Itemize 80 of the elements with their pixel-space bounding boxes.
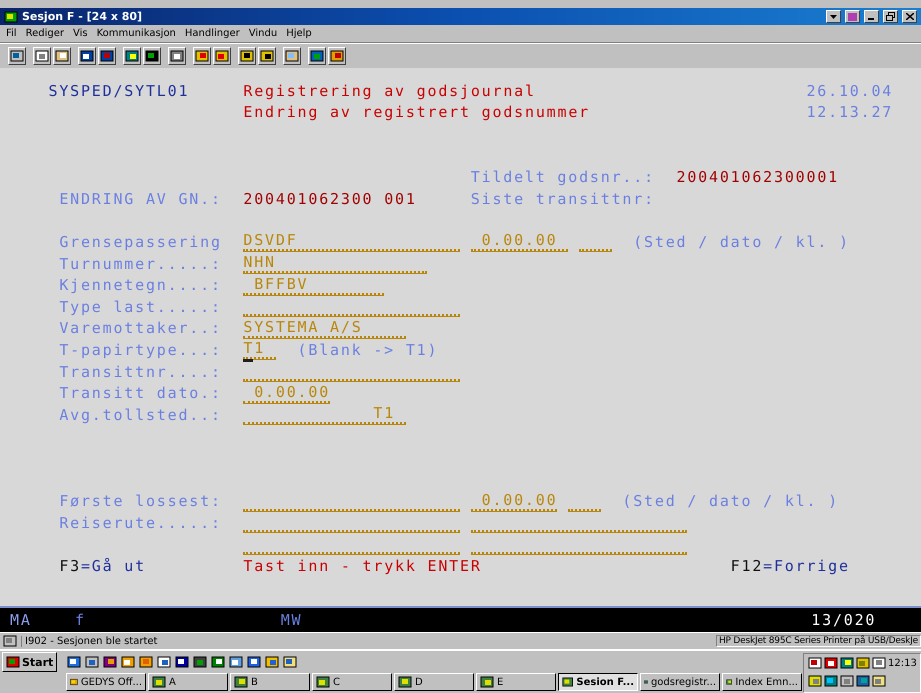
field-label: Kjennetegn....: (59, 276, 222, 294)
field-label: Grensepassering (59, 232, 222, 251)
status-message: I902 - Sesjonen ble startet (21, 636, 158, 646)
dropdown-button[interactable] (826, 10, 841, 23)
toolbar-button[interactable] (98, 47, 116, 65)
toolbar-button[interactable] (258, 47, 276, 65)
program-name: SYSPED/SYTL01 (48, 82, 190, 100)
toolbar-button[interactable] (78, 47, 96, 65)
menu-item[interactable]: Hjelp (286, 28, 312, 39)
restore-button[interactable] (883, 10, 898, 23)
field-label: ENDRING AV GN.: (59, 190, 222, 208)
taskbar-task[interactable]: GEDYS Off... (66, 673, 146, 691)
key-action: =Forrige (763, 556, 850, 575)
toolbar-button[interactable] (168, 47, 186, 65)
field-label: Varemottaker..: (59, 319, 222, 338)
toolbar-button[interactable] (193, 47, 211, 65)
function-key[interactable]: F12 (730, 556, 764, 575)
screen-subtitle: Endring av registrert godsnummer (243, 103, 590, 122)
key-action: =Gå ut (80, 556, 146, 575)
taskbar-task[interactable]: C (312, 673, 392, 691)
taskbar-task[interactable]: D (394, 673, 474, 691)
toolbar-button[interactable] (283, 47, 301, 65)
field-label: Turnummer.....: (59, 254, 222, 273)
function-key[interactable]: F3 (59, 556, 81, 575)
toolbar-button[interactable] (308, 47, 326, 65)
menu-item[interactable]: Rediger (26, 28, 64, 39)
toolbar-button[interactable] (53, 47, 71, 65)
prompt-message: Tast inn - trykk ENTER (243, 556, 482, 575)
screen-title: Registrering av godsjournal (243, 82, 536, 100)
field-hint: (Sted / dato / kl. ) (633, 232, 850, 251)
menu-item[interactable]: Handlinger (184, 28, 240, 39)
field-hint: (Blank -> T1) (298, 340, 438, 359)
minimize-button[interactable] (864, 10, 879, 23)
field-label: Transittnr....: (59, 362, 222, 381)
flag-label: f (74, 611, 86, 629)
field-hint: (Sted / dato / kl. ) (622, 492, 839, 510)
taskbar-task[interactable]: A (148, 673, 228, 691)
taskbar-task[interactable]: Sesion F... (558, 673, 638, 691)
time-text: 12.13.27 (806, 103, 894, 122)
taskbar-task[interactable]: E (476, 673, 556, 691)
printer-status: HP DeskJet 895C Series Printer på USB/DeskJe (716, 635, 921, 647)
field-label: Tildelt godsnr..: (470, 168, 655, 186)
field-label: T-papirtype...: (59, 340, 222, 359)
terminal-icon (4, 10, 18, 24)
date-text: 26.10.04 (806, 82, 894, 100)
taskbar-task[interactable]: Index Emn... (722, 673, 802, 691)
pattern-button[interactable] (845, 10, 860, 23)
field-label: Siste transittnr: (470, 190, 655, 208)
field-label: Første lossest: (59, 492, 222, 510)
taskbar-task[interactable]: B (230, 673, 310, 691)
window-title: Sesjon F - [24 x 80] (22, 10, 144, 23)
toolbar-button[interactable] (213, 47, 231, 65)
cursor-position: 13/020 (811, 611, 876, 629)
menu-item[interactable]: Fil (6, 28, 17, 39)
toolbar-button[interactable] (8, 47, 26, 65)
close-icon (906, 13, 914, 20)
toolbar-button[interactable] (328, 47, 346, 65)
toolbar-button[interactable] (123, 47, 141, 65)
restore-icon (886, 12, 895, 21)
taskbar-task[interactable]: godsregistr... (640, 673, 720, 691)
toolbar-button[interactable] (238, 47, 256, 65)
clock: 12:13 (888, 658, 918, 668)
pattern-icon (848, 12, 857, 20)
field-label: Transitt dato.: (59, 384, 222, 402)
field-label: Reiserute.....: (59, 514, 222, 532)
field-label: Type last.....: (59, 298, 222, 316)
close-button[interactable] (902, 10, 917, 23)
menu-item[interactable]: Kommunikasjon (96, 28, 176, 39)
text-cursor (243, 359, 254, 362)
status-indicator: MW (280, 611, 302, 629)
menu-item[interactable]: Vindu (248, 28, 278, 39)
caret-icon (830, 14, 837, 18)
toolbar-button[interactable] (33, 47, 51, 65)
menu-item[interactable]: Vis (72, 28, 88, 39)
field-value: 200401062300001 (676, 168, 839, 186)
field-label: Avg.tollsted..: (59, 406, 222, 424)
mode-indicator: MA (10, 611, 32, 629)
field-value: 200401062300 001 (243, 190, 417, 208)
toolbar-button[interactable] (143, 47, 161, 65)
start-button[interactable]: Start (2, 652, 58, 672)
